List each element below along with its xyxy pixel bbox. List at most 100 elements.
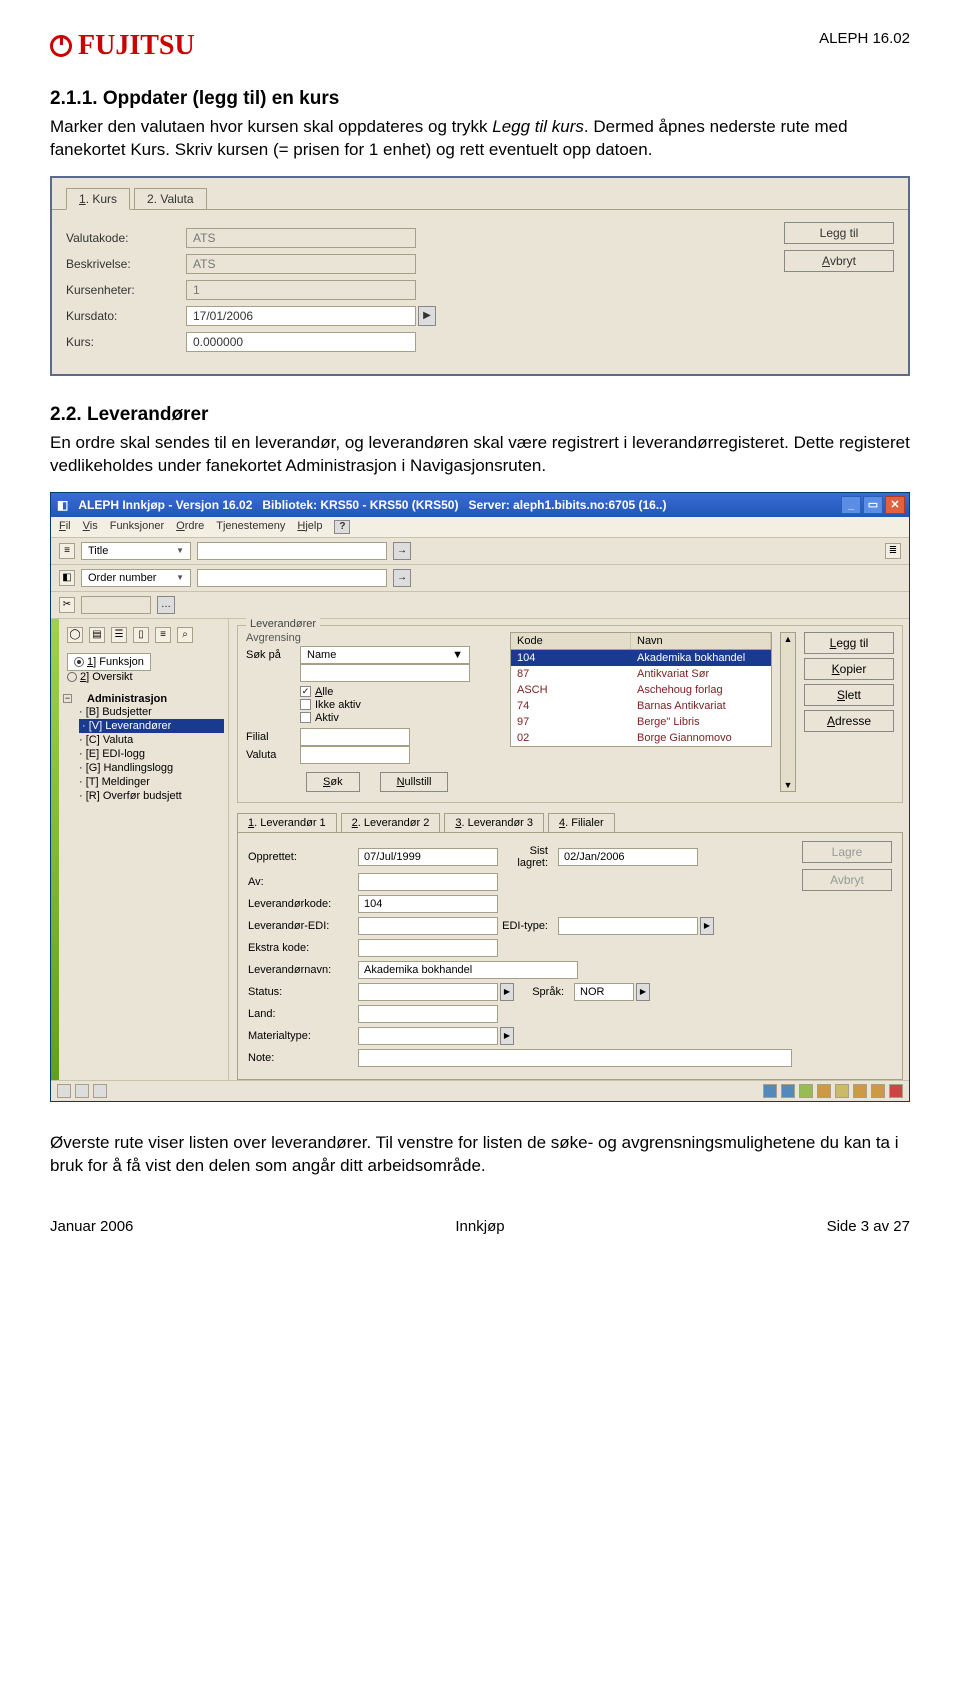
check-ikke-aktiv[interactable]: Ikke aktiv <box>300 699 496 711</box>
picker-editype[interactable]: ▶ <box>700 917 714 935</box>
tree-item[interactable]: · [B] Budsjetter <box>79 705 224 719</box>
status-icon[interactable] <box>853 1084 867 1098</box>
col-kode[interactable]: Kode <box>511 633 631 649</box>
nav-icon[interactable]: ⌕ <box>177 627 193 643</box>
close-button[interactable]: ✕ <box>885 496 905 514</box>
list-action-button[interactable]: Adresse <box>804 710 894 732</box>
detail-tab[interactable]: 3. Leverandør 3 <box>444 813 544 832</box>
date-picker-button[interactable]: ▶ <box>418 306 436 326</box>
toolbar-input-title[interactable] <box>197 542 387 560</box>
table-row[interactable]: 02Borge Giannomovo <box>511 730 771 746</box>
toolbar-go-button-2[interactable]: → <box>393 569 411 587</box>
table-row[interactable]: 74Barnas Antikvariat <box>511 698 771 714</box>
input-status[interactable] <box>358 983 498 1001</box>
minimize-button[interactable]: _ <box>841 496 861 514</box>
maximize-button[interactable]: ▭ <box>863 496 883 514</box>
tree-item[interactable]: · [E] EDI-logg <box>79 747 224 761</box>
toolbar-icon-3[interactable]: ✂ <box>59 597 75 613</box>
tree-item[interactable]: · [T] Meldinger <box>79 775 224 789</box>
check-aktiv[interactable]: Aktiv <box>300 712 496 724</box>
toolbar-icon-2[interactable]: ◧ <box>59 570 75 586</box>
input-sist[interactable]: 02/Jan/2006 <box>558 848 698 866</box>
list-action-button[interactable]: Legg til <box>804 632 894 654</box>
picker-sprak[interactable]: ▶ <box>636 983 650 1001</box>
input-valuta[interactable] <box>300 746 410 764</box>
status-icon[interactable] <box>817 1084 831 1098</box>
picker-status[interactable]: ▶ <box>500 983 514 1001</box>
input-land[interactable] <box>358 1005 498 1023</box>
tree-item[interactable]: · [R] Overfør budsjett <box>79 789 224 803</box>
status-icon[interactable] <box>75 1084 89 1098</box>
status-icon[interactable] <box>835 1084 849 1098</box>
input-kurs[interactable]: 0.000000 <box>186 332 416 352</box>
radio-funksjon[interactable]: 1] Funksjon <box>67 653 151 671</box>
radio-oversikt[interactable]: 2] Oversikt <box>67 671 133 683</box>
tab-kurs[interactable]: 1. Kurs <box>66 188 130 210</box>
toolbar-select-title[interactable]: Title▼ <box>81 542 191 560</box>
input-ekstra[interactable] <box>358 939 498 957</box>
picker-mat[interactable]: ▶ <box>500 1027 514 1045</box>
table-row[interactable]: ASCHAschehoug forlag <box>511 682 771 698</box>
tab-valuta[interactable]: 2. Valuta <box>134 188 206 210</box>
nav-icon[interactable]: ▯ <box>133 627 149 643</box>
toolbar-go-button[interactable]: → <box>393 542 411 560</box>
menu-fil[interactable]: Fil <box>59 520 71 534</box>
detail-tab[interactable]: 2. Leverandør 2 <box>341 813 441 832</box>
detail-tab[interactable]: 4. Filialer <box>548 813 615 832</box>
menu-ordre[interactable]: Ordre <box>176 520 204 534</box>
input-levedi[interactable] <box>358 917 498 935</box>
nav-icon[interactable]: ▤ <box>89 627 105 643</box>
input-sprak[interactable]: NOR <box>574 983 634 1001</box>
nav-icon[interactable]: ≡ <box>155 627 171 643</box>
toolbar-input-order[interactable] <box>197 569 387 587</box>
toolbar-icon[interactable]: ≡ <box>59 543 75 559</box>
table-row[interactable]: 104Akademika bokhandel <box>511 650 771 666</box>
menu-funksjoner[interactable]: Funksjoner <box>110 520 164 534</box>
tree-item[interactable]: · [G] Handlingslogg <box>79 761 224 775</box>
toolbar-expand-button[interactable]: … <box>157 596 175 614</box>
lbl-beskrivelse: Beskrivelse: <box>66 257 186 271</box>
menu-vis[interactable]: Vis <box>83 520 98 534</box>
input-levnavn[interactable]: Akademika bokhandel <box>358 961 578 979</box>
status-icon[interactable] <box>763 1084 777 1098</box>
scrollbar-vertical[interactable]: ▲▼ <box>780 632 796 792</box>
input-levkode[interactable]: 104 <box>358 895 498 913</box>
tree-item[interactable]: · [V] Leverandører <box>79 719 224 733</box>
input-sok[interactable] <box>300 664 470 682</box>
table-row[interactable]: 87Antikvariat Sør <box>511 666 771 682</box>
tree-item[interactable]: · [C] Valuta <box>79 733 224 747</box>
help-icon[interactable]: ? <box>334 520 350 534</box>
list-action-button[interactable]: Slett <box>804 684 894 706</box>
input-editype[interactable] <box>558 917 698 935</box>
select-sokpa[interactable]: Name▼ <box>300 646 470 664</box>
toolbar-select-order[interactable]: Order number▼ <box>81 569 191 587</box>
list-action-button[interactable]: Kopier <box>804 658 894 680</box>
input-av[interactable] <box>358 873 498 891</box>
btn-sok[interactable]: Søk <box>306 772 360 792</box>
check-alle[interactable]: ✓Alle <box>300 686 496 698</box>
tree-root[interactable]: Administrasjon <box>87 693 167 705</box>
col-navn[interactable]: Navn <box>631 633 771 649</box>
input-note[interactable] <box>358 1049 792 1067</box>
status-icon[interactable] <box>871 1084 885 1098</box>
nav-icon[interactable]: ◯ <box>67 627 83 643</box>
leggtil-button[interactable]: Legg til <box>784 222 894 244</box>
menu-hjelp[interactable]: Hjelp <box>297 520 322 534</box>
table-row[interactable]: 97Berge" Libris <box>511 714 771 730</box>
avbryt-button[interactable]: Avbryt <box>784 250 894 272</box>
status-icon[interactable] <box>57 1084 71 1098</box>
toolbar-input-3[interactable] <box>81 596 151 614</box>
detail-tab[interactable]: 1. Leverandør 1 <box>237 813 337 832</box>
btn-nullstill[interactable]: Nullstill <box>380 772 449 792</box>
status-icon[interactable] <box>781 1084 795 1098</box>
status-icon[interactable] <box>799 1084 813 1098</box>
input-opprettet[interactable]: 07/Jul/1999 <box>358 848 498 866</box>
nav-icon[interactable]: ☰ <box>111 627 127 643</box>
status-icon[interactable] <box>93 1084 107 1098</box>
toolbar-right-icon[interactable]: ≣ <box>885 543 901 559</box>
input-mat[interactable] <box>358 1027 498 1045</box>
input-kursdato[interactable]: 17/01/2006 <box>186 306 416 326</box>
input-filial[interactable] <box>300 728 410 746</box>
menu-tjenestemeny[interactable]: Tjenestemeny <box>216 520 285 534</box>
status-icon[interactable] <box>889 1084 903 1098</box>
